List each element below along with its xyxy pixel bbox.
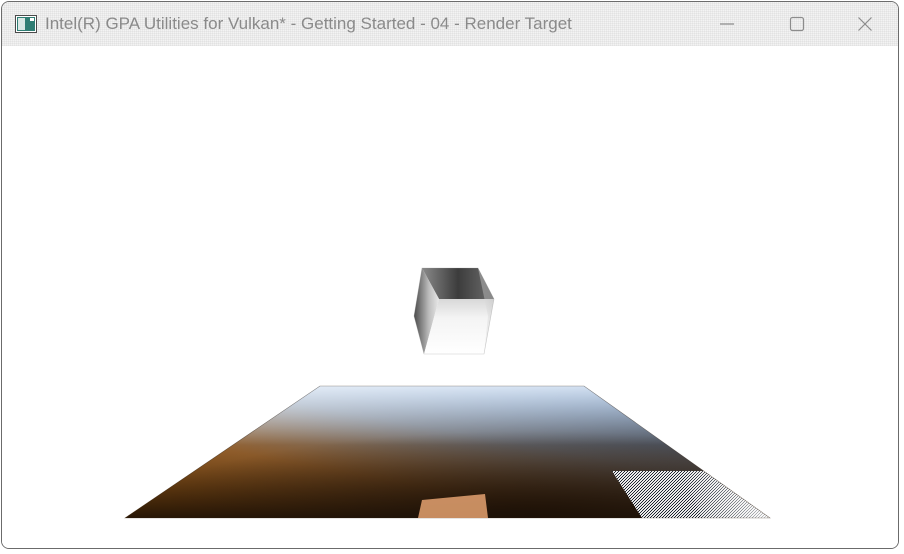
minimize-button[interactable] [692,2,762,46]
close-button[interactable] [830,2,898,46]
app-window-icon [15,15,37,33]
render-target-scene [124,267,771,519]
title-bar[interactable]: Intel(R) GPA Utilities for Vulkan* - Get… [2,2,898,46]
floating-cube [413,267,495,355]
window-title: Intel(R) GPA Utilities for Vulkan* - Get… [45,14,572,33]
app-window: Intel(R) GPA Utilities for Vulkan* - Get… [1,1,899,549]
maximize-icon [789,16,805,32]
minimize-icon [719,16,735,32]
close-icon [857,16,873,32]
render-viewport[interactable] [2,46,898,548]
maximize-button[interactable] [762,2,832,46]
